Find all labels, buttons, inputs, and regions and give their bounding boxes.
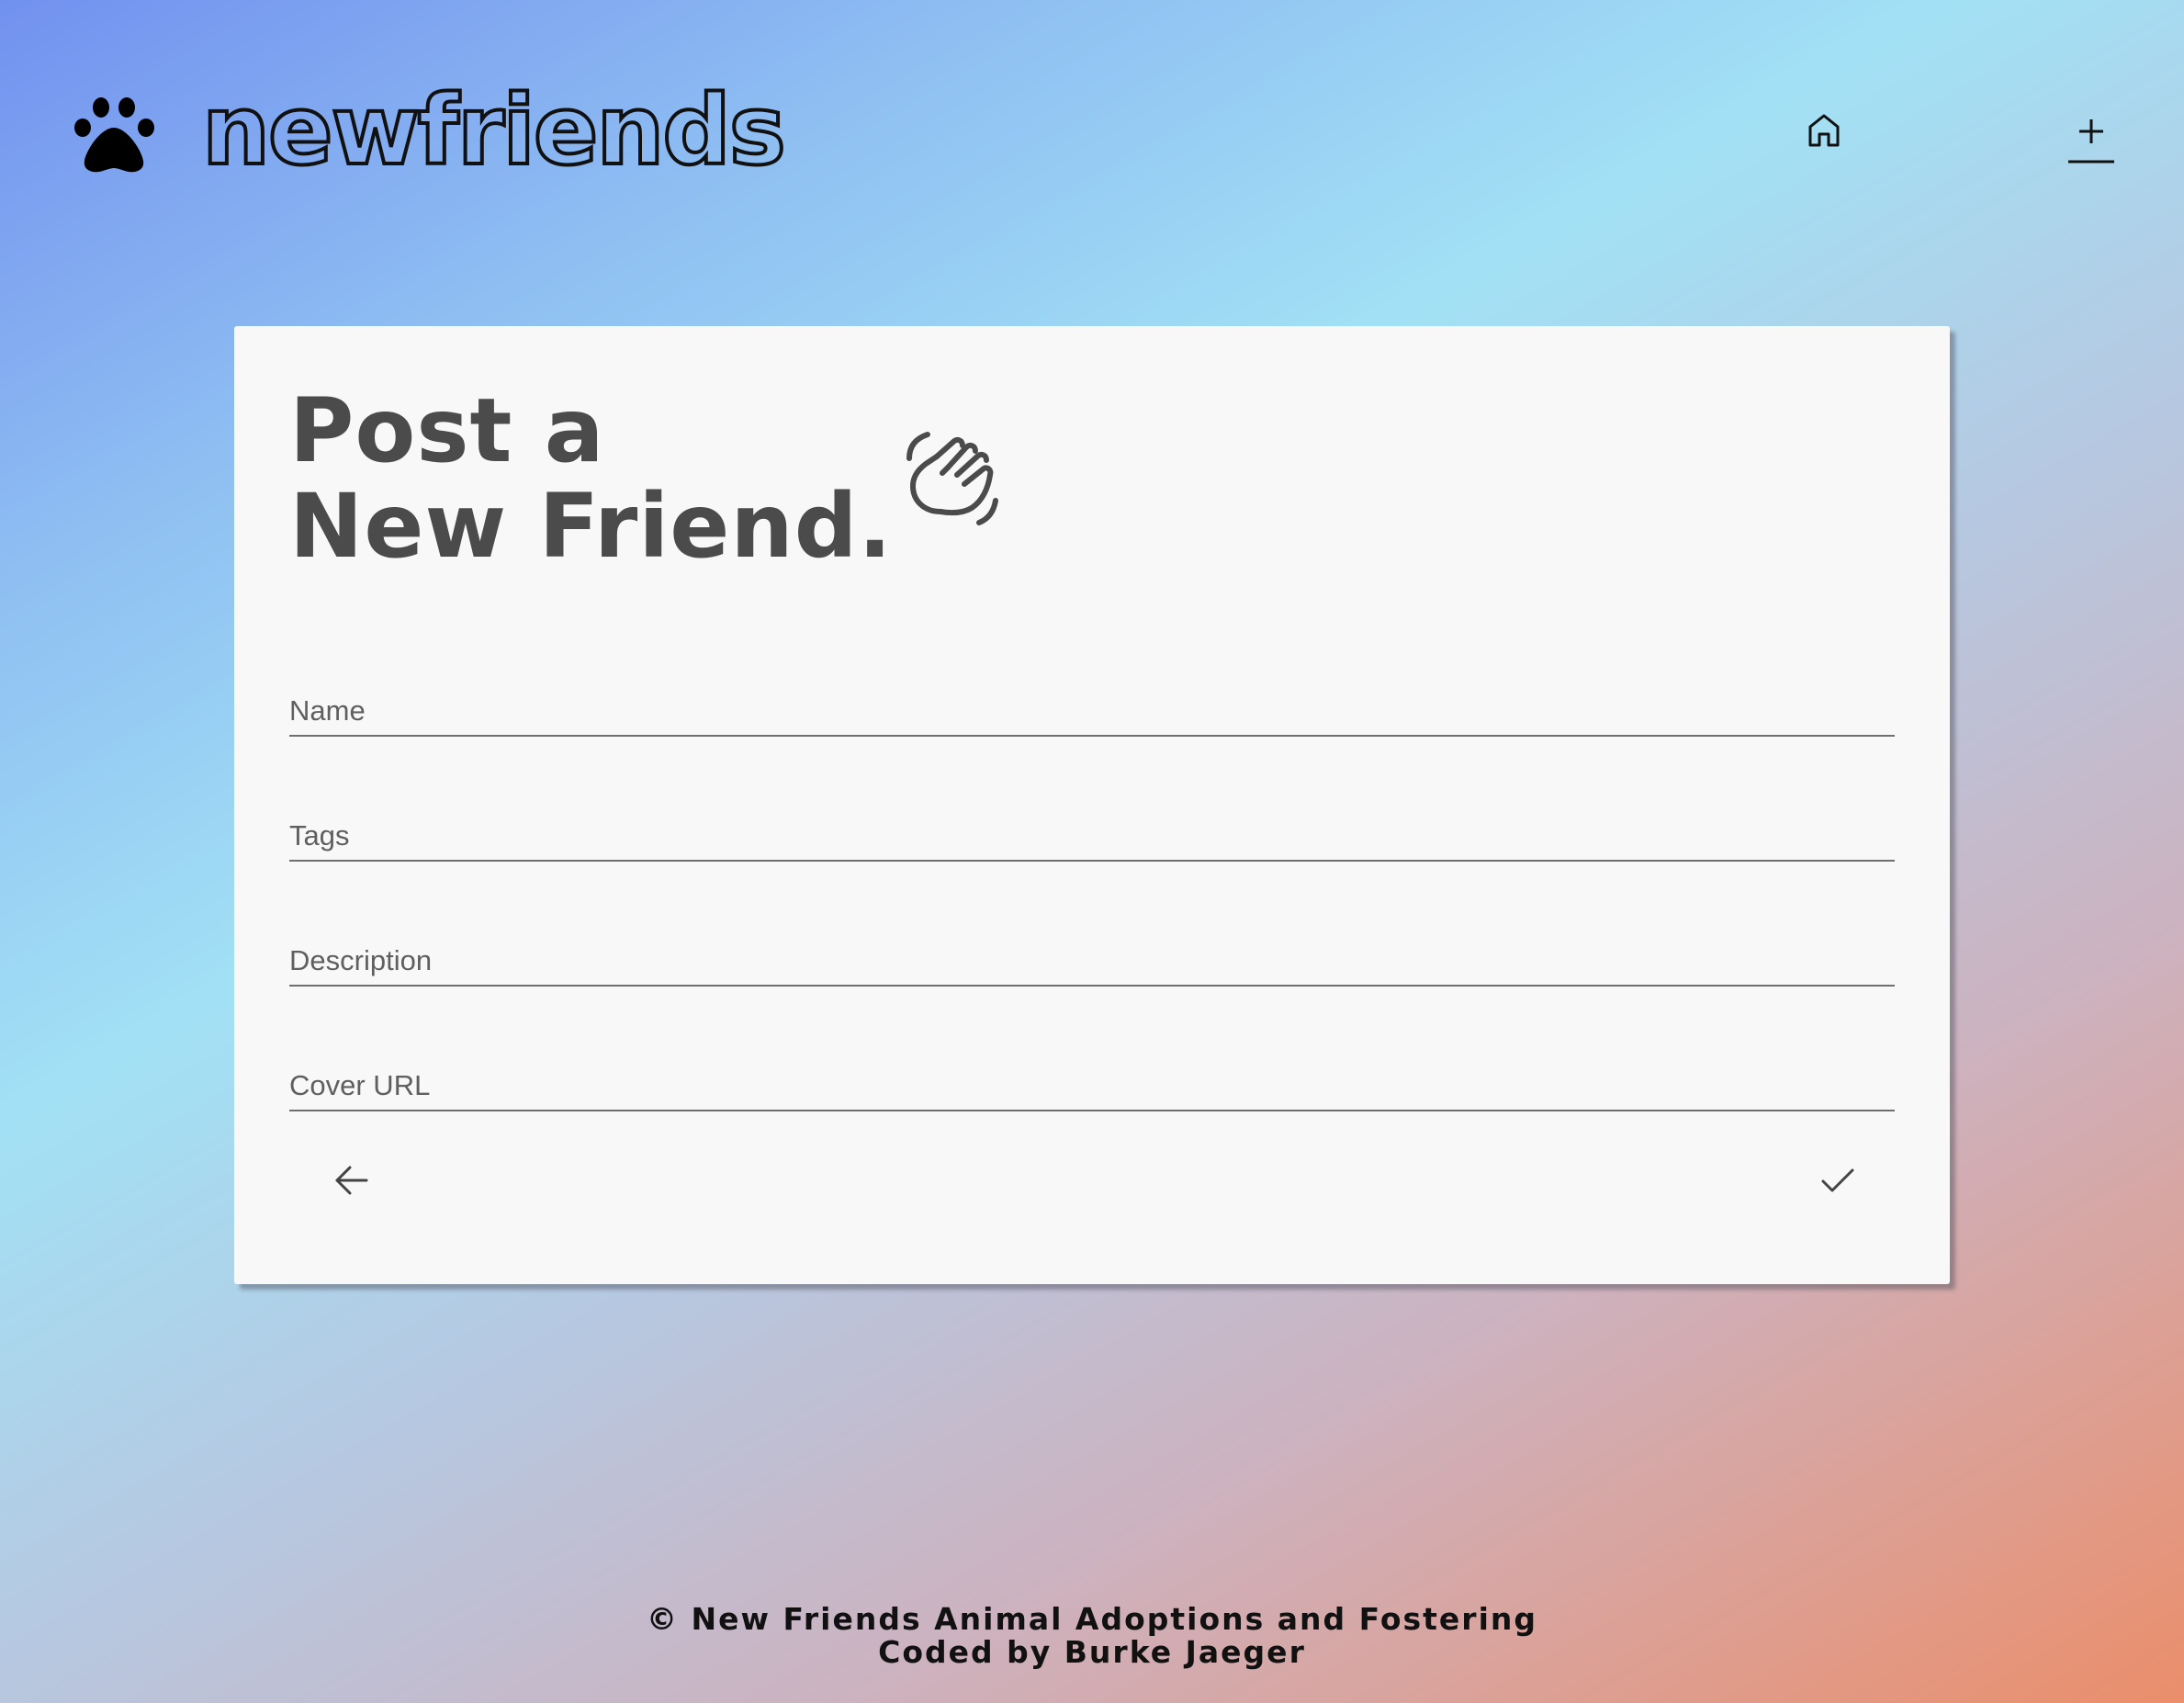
page-title: Post a New Friend. (289, 383, 893, 574)
title-line-1: Post a (289, 379, 605, 482)
add-icon[interactable] (2066, 110, 2116, 167)
site-footer: © New Friends Animal Adoptions and Foste… (0, 1603, 2184, 1669)
cover-url-input[interactable] (289, 1045, 1895, 1110)
brand-name[interactable]: newfriends (200, 81, 788, 180)
home-icon[interactable] (1802, 108, 1846, 152)
title-line-2: New Friend. (289, 475, 893, 578)
post-friend-card: Post a New Friend. (234, 326, 1950, 1284)
name-input[interactable] (289, 671, 1895, 735)
arrow-left-icon[interactable] (324, 1153, 379, 1208)
tags-input[interactable] (289, 795, 1895, 860)
footer-copyright: © New Friends Animal Adoptions and Foste… (647, 1601, 1537, 1637)
description-field[interactable] (289, 920, 1895, 987)
cover-url-field[interactable] (289, 1045, 1895, 1111)
name-field[interactable] (289, 671, 1895, 737)
description-input[interactable] (289, 920, 1895, 985)
footer-credit: Coded by Burke Jaeger (878, 1634, 1306, 1670)
site-header: newfriends (0, 0, 2184, 239)
paw-icon (74, 97, 154, 173)
waving-hand-icon (906, 432, 998, 525)
checkmark-icon[interactable] (1810, 1153, 1865, 1208)
tags-field[interactable] (289, 795, 1895, 862)
